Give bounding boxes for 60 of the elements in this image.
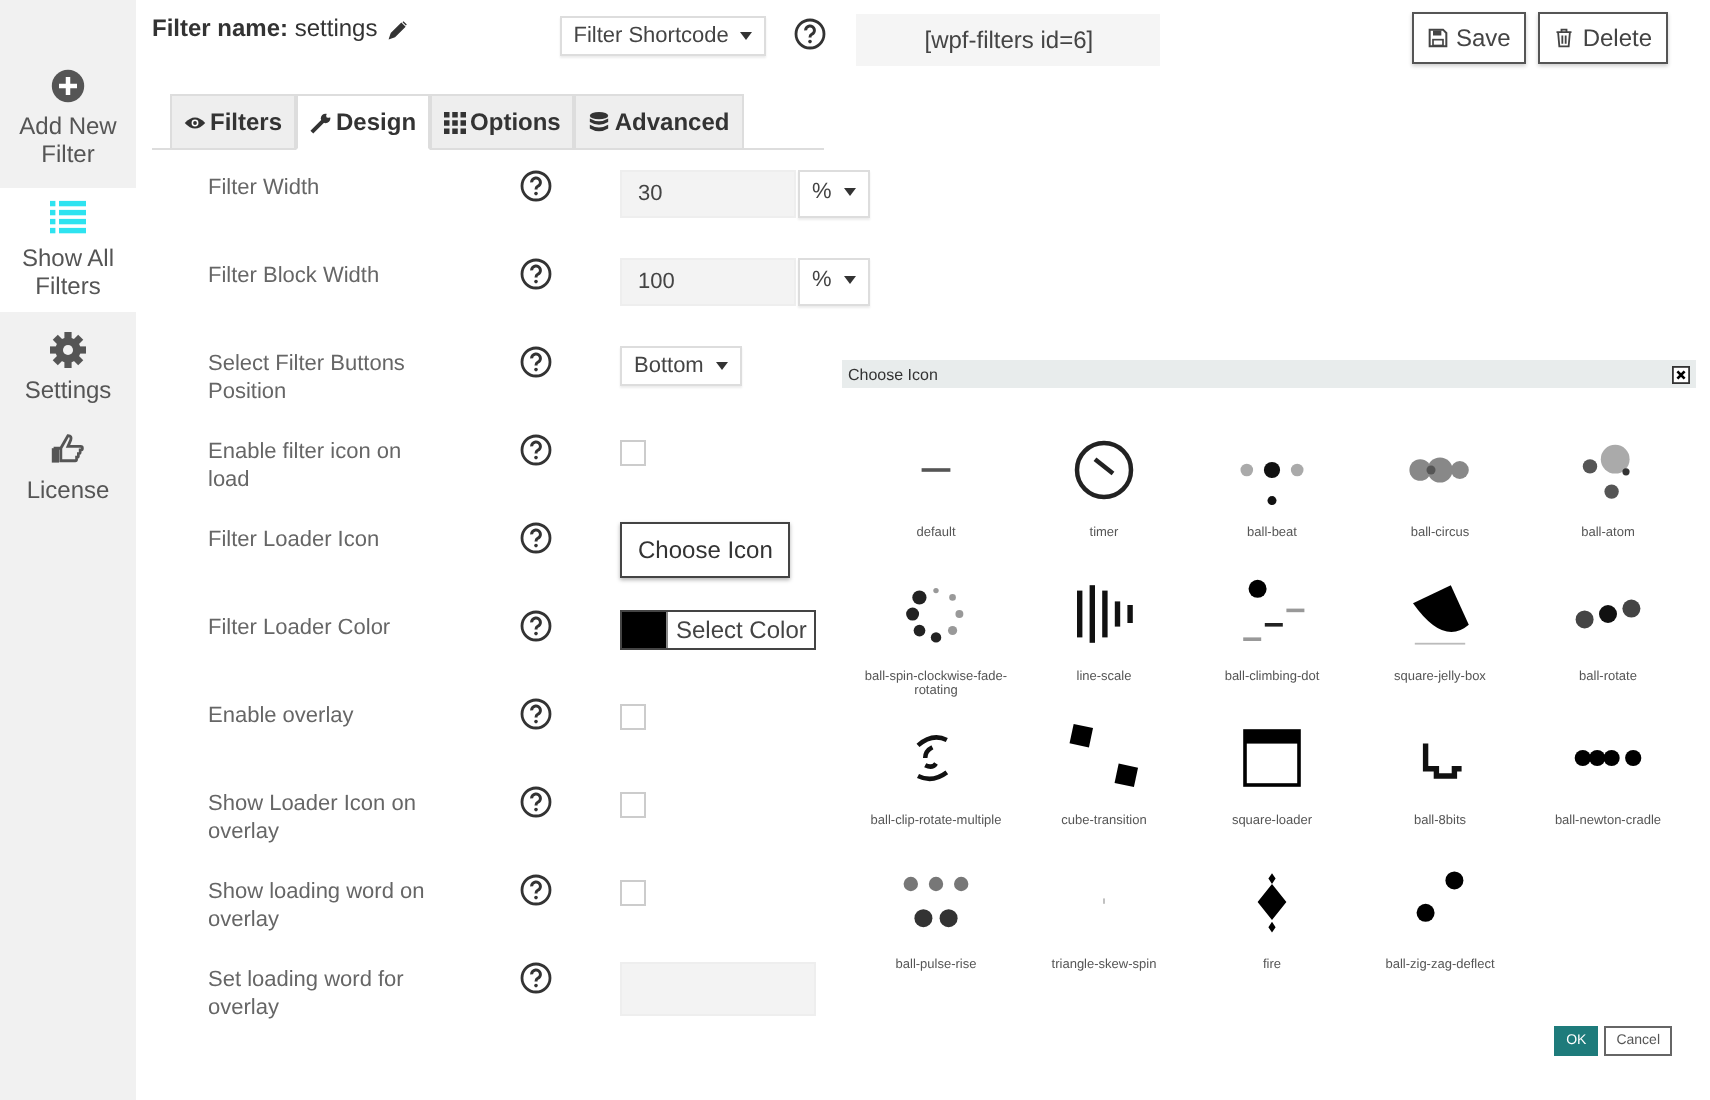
gear-icon <box>50 332 86 368</box>
help-icon[interactable] <box>520 786 552 818</box>
trash-icon <box>1554 28 1575 48</box>
help-icon[interactable] <box>520 522 552 554</box>
setting-label: Select Filter Buttons Position <box>208 350 407 406</box>
help-icon[interactable] <box>794 18 827 50</box>
setting-label: Enable filter icon on load <box>208 438 404 494</box>
filter-name: Filter name: settings <box>152 14 378 42</box>
unit-select[interactable]: % <box>798 258 870 306</box>
setting-label: Filter Loader Color <box>208 614 393 642</box>
position-select[interactable]: Bottom <box>620 346 742 386</box>
caret-icon <box>843 276 856 285</box>
shortcode-field[interactable]: [wpf-filters id=6] <box>856 14 1161 66</box>
setting-label: Enable overlay <box>208 702 356 730</box>
help-icon[interactable] <box>520 698 552 730</box>
help-icon[interactable] <box>520 434 552 466</box>
wrench-icon <box>310 111 333 133</box>
delete-button[interactable]: Delete <box>1538 12 1668 64</box>
help-icon[interactable] <box>520 874 552 906</box>
setting-label: Show Loader Icon on overlay <box>208 790 418 846</box>
save-button[interactable]: Save <box>1411 12 1527 64</box>
unit-select[interactable]: % <box>798 170 870 218</box>
help-icon[interactable] <box>520 610 552 642</box>
plus-icon <box>50 68 86 104</box>
help-icon[interactable] <box>520 170 552 202</box>
sidebar-item[interactable]: License <box>0 424 136 512</box>
choose-icon-button[interactable]: Choose Icon <box>620 522 791 578</box>
number-field[interactable]: 100 <box>620 258 796 306</box>
dialog-title: Choose Icon <box>848 365 938 383</box>
help-icon[interactable] <box>520 962 552 994</box>
pointing-hand-icon <box>50 432 86 468</box>
sidebar-item[interactable]: Settings <box>0 324 136 412</box>
caret-icon <box>843 188 856 197</box>
tab[interactable]: Design <box>296 94 431 150</box>
setting-label: Filter Block Width <box>208 262 382 290</box>
grid-icon <box>444 111 467 133</box>
sidebar-item[interactable]: Add New Filter <box>0 60 136 176</box>
help-icon[interactable] <box>520 346 552 378</box>
caret-icon <box>715 362 728 371</box>
checkbox[interactable] <box>620 792 646 818</box>
sidebar-item[interactable]: Show All Filters <box>0 188 136 312</box>
help-icon[interactable] <box>520 258 552 290</box>
setting-label: Filter Width <box>208 174 322 202</box>
caret-icon <box>740 32 753 41</box>
list-icon <box>50 200 86 236</box>
checkbox[interactable] <box>620 880 646 906</box>
color-swatch[interactable] <box>622 612 666 648</box>
shortcode-select[interactable]: Filter Shortcode <box>559 16 767 56</box>
number-field[interactable]: 30 <box>620 170 796 218</box>
pencil-icon[interactable] <box>387 20 408 40</box>
tab[interactable]: Advanced <box>574 94 744 150</box>
setting-label: Set loading word for overlay <box>208 966 406 1022</box>
setting-label: Filter Loader Icon <box>208 526 382 554</box>
checkbox[interactable] <box>620 440 646 466</box>
tab[interactable]: Filters <box>170 94 297 150</box>
close-icon[interactable] <box>1672 365 1690 383</box>
checkbox[interactable] <box>620 704 646 730</box>
database-icon <box>588 111 611 133</box>
setting-label: Show loading word on overlay <box>208 878 427 934</box>
tab[interactable]: Options <box>430 94 575 150</box>
